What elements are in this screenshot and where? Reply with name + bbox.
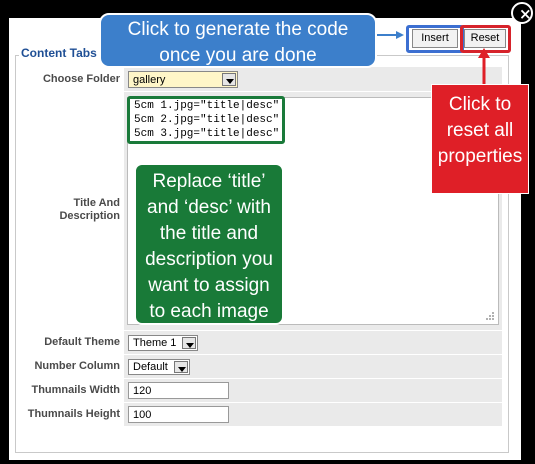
replace-callout: Replace ‘title’ and ‘desc’ with the titl… <box>134 163 284 325</box>
replace-callout-line4: description you <box>145 249 273 270</box>
insert-callout: Click to generate the code once you are … <box>99 13 377 68</box>
insert-callout-line2: once you are done <box>159 45 317 66</box>
reset-callout-line2: reset all <box>446 120 514 141</box>
red-arrow <box>478 48 490 84</box>
replace-callout-line1: Replace ‘title’ <box>152 171 266 192</box>
blue-arrow <box>376 31 404 39</box>
insert-callout-line1: Click to generate the code <box>127 19 349 40</box>
reset-callout-line3: properties <box>437 146 523 167</box>
replace-callout-line2: and ‘desc’ with <box>147 197 271 218</box>
replace-callout-line6: to each image <box>149 301 269 322</box>
replace-callout-line3: the title and <box>159 223 259 244</box>
reset-callout: Click to reset all properties <box>431 84 529 194</box>
replace-callout-line5: want to assign <box>148 275 270 296</box>
reset-callout-line1: Click to <box>448 94 512 115</box>
